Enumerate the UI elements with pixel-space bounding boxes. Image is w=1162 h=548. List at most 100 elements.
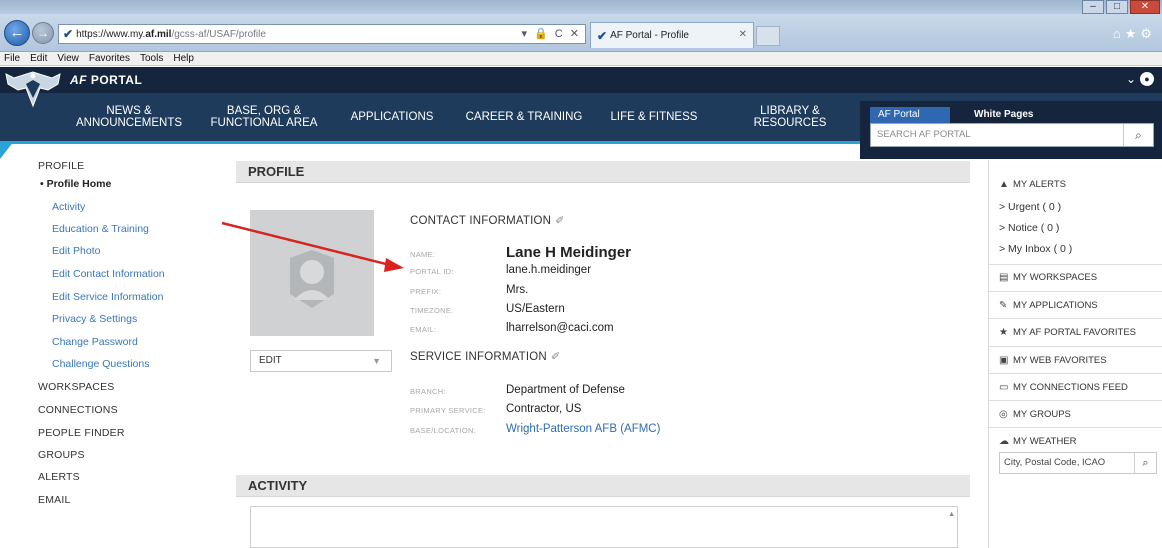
leftnav-edit-service[interactable]: Edit Service Information [52,291,163,303]
star-icon[interactable]: ★ [1125,26,1141,41]
prefix-value: Mrs. [506,284,529,296]
url-path: /gcss-af/USAF/profile [171,28,266,40]
leftnav-edit-photo[interactable]: Edit Photo [52,245,100,257]
af-logo-icon[interactable] [4,68,62,114]
nav-base-org[interactable]: BASE, ORG & FUNCTIONAL AREA [200,93,328,141]
email-value: lharrelson@caci.com [506,322,614,334]
edit-dropdown[interactable]: EDIT ▼ [250,350,392,372]
my-applications[interactable]: ✎ MY APPLICATIONS [989,300,1162,311]
close-window-button[interactable]: ✕ [1130,0,1160,14]
wrench-icon: ✎ [999,300,1008,311]
my-web-favorites[interactable]: ▣ MY WEB FAVORITES [989,355,1162,366]
name-value: Lane H Meidinger [506,244,632,261]
nav-life-fitness[interactable]: LIFE & FITNESS [596,93,712,141]
my-weather[interactable]: ☁ MY WEATHER [989,436,1162,447]
leftnav-profile-home[interactable]: • Profile Home [40,178,111,190]
portal-title[interactable]: AF PORTAL [70,73,142,87]
service-info-title: SERVICE INFORMATION ✐ [410,351,561,363]
my-connections-feed[interactable]: ▭ MY CONNECTIONS FEED [989,382,1162,393]
warning-icon: ▲ [999,179,1009,190]
leftnav-change-password[interactable]: Change Password [52,336,138,348]
back-button[interactable]: ← [4,20,30,46]
leftnav-alerts[interactable]: ALERTS [38,471,80,483]
address-controls[interactable]: ▾ 🔒 C ✕ [521,27,581,40]
leftnav-connections[interactable]: CONNECTIONS [38,404,118,416]
maximize-button[interactable]: □ [1106,0,1128,14]
weather-icon: ☁ [999,436,1009,447]
screen: – □ ✕ ← → ✔ https://www.my. af.mil/gcss-a… [0,0,1162,548]
address-row: ← → ✔ https://www.my. af.mil/gcss-af/USAF… [0,14,1162,52]
menu-tools[interactable]: Tools [140,52,163,65]
profile-photo[interactable] [250,210,374,336]
divider [989,427,1162,428]
nav-news-announcements[interactable]: NEWS & ANNOUNCEMENTS [58,93,200,141]
nav-library-resources[interactable]: LIBRARY & RESOURCES [736,93,844,141]
user-icon: ● [1140,72,1154,86]
forward-button[interactable]: → [32,22,54,44]
tab-white-pages[interactable]: White Pages [966,107,1041,123]
address-bar[interactable]: ✔ https://www.my. af.mil/gcss-af/USAF/pro… [58,24,586,44]
workspaces-icon: ▤ [999,272,1009,283]
my-alerts[interactable]: ▲ MY ALERTS [989,179,1162,190]
divider [989,373,1162,374]
portal-search-input[interactable]: SEARCH AF PORTAL ⌕ [870,123,1154,147]
new-tab-button[interactable] [756,26,780,46]
my-groups[interactable]: ◎ MY GROUPS [989,409,1162,420]
star-icon: ★ [999,327,1008,338]
my-workspaces[interactable]: ▤ MY WORKSPACES [989,272,1162,283]
leftnav-challenge-questions[interactable]: Challenge Questions [52,358,149,370]
nav-accent-triangle [0,141,14,159]
edit-pencil-icon[interactable]: ✐ [555,215,564,227]
menu-edit[interactable]: Edit [30,52,47,65]
search-placeholder: SEARCH AF PORTAL [877,129,971,140]
gear-icon[interactable]: ⚙ [1140,26,1156,41]
avatar-placeholder-icon [290,250,334,308]
primary-service-value: Contractor, US [506,403,582,415]
minimize-button[interactable]: – [1082,0,1104,14]
nav-career-training[interactable]: CAREER & TRAINING [456,93,592,141]
portal-id-label: PORTAL ID: [410,267,454,276]
nav-applications[interactable]: APPLICATIONS [336,93,448,141]
leftnav-email[interactable]: EMAIL [38,494,71,506]
alert-my-inbox[interactable]: > My Inbox ( 0 ) [999,243,1072,255]
leftnav-edit-contact[interactable]: Edit Contact Information [52,268,165,280]
divider [989,264,1162,265]
tab-close-icon[interactable]: ✕ [739,29,747,40]
leftnav-workspaces[interactable]: WORKSPACES [38,381,114,393]
base-location-link[interactable]: Wright-Patterson AFB (AFMC) [506,423,660,435]
activity-header: ACTIVITY [236,475,970,497]
search-icon[interactable]: ⌕ [1123,124,1153,146]
leftnav-education-training[interactable]: Education & Training [52,223,149,235]
my-af-portal-favorites[interactable]: ★ MY AF PORTAL FAVORITES [989,327,1162,338]
bookmark-icon: ▣ [999,355,1009,366]
menu-favorites[interactable]: Favorites [89,52,130,65]
menu-help[interactable]: Help [173,52,194,65]
menu-file[interactable]: File [4,52,20,65]
chat-icon: ▭ [999,382,1009,393]
scroll-up-icon[interactable]: ▲ [948,511,955,518]
activity-feed[interactable]: ▲ [250,506,958,548]
leftnav-privacy-settings[interactable]: Privacy & Settings [52,313,137,325]
home-icon[interactable]: ⌂ [1113,26,1125,41]
edit-pencil-icon[interactable]: ✐ [551,351,560,363]
tab-title: AF Portal - Profile [610,30,689,41]
email-label: EMAIL: [410,325,437,334]
alert-urgent[interactable]: > Urgent ( 0 ) [999,201,1061,213]
menu-view[interactable]: View [57,52,79,65]
tab-af-portal[interactable]: AF Portal [870,107,950,123]
user-menu[interactable]: ⌄ ● [1126,72,1154,86]
leftnav-groups[interactable]: GROUPS [38,449,85,461]
browser-tab[interactable]: ✔ AF Portal - Profile ✕ [590,22,754,48]
alert-notice[interactable]: > Notice ( 0 ) [999,222,1059,234]
weather-search-input[interactable]: City, Postal Code, ICAO ⌕ [999,452,1157,474]
site-favicon-icon: ✔ [63,27,74,41]
leftnav-profile[interactable]: PROFILE [38,160,84,172]
search-icon[interactable]: ⌕ [1134,453,1156,473]
leftnav-people-finder[interactable]: PEOPLE FINDER [38,427,125,439]
tab-favicon-icon: ✔ [597,28,608,43]
right-sidebar: ▲ MY ALERTS > Urgent ( 0 ) > Notice ( 0 )… [988,160,1162,548]
toolbar-icons: ⌂★⚙ [1113,26,1156,42]
caret-down-icon: ▼ [372,356,381,366]
timezone-label: TIMEZONE: [410,306,454,315]
leftnav-activity[interactable]: Activity [52,201,85,213]
